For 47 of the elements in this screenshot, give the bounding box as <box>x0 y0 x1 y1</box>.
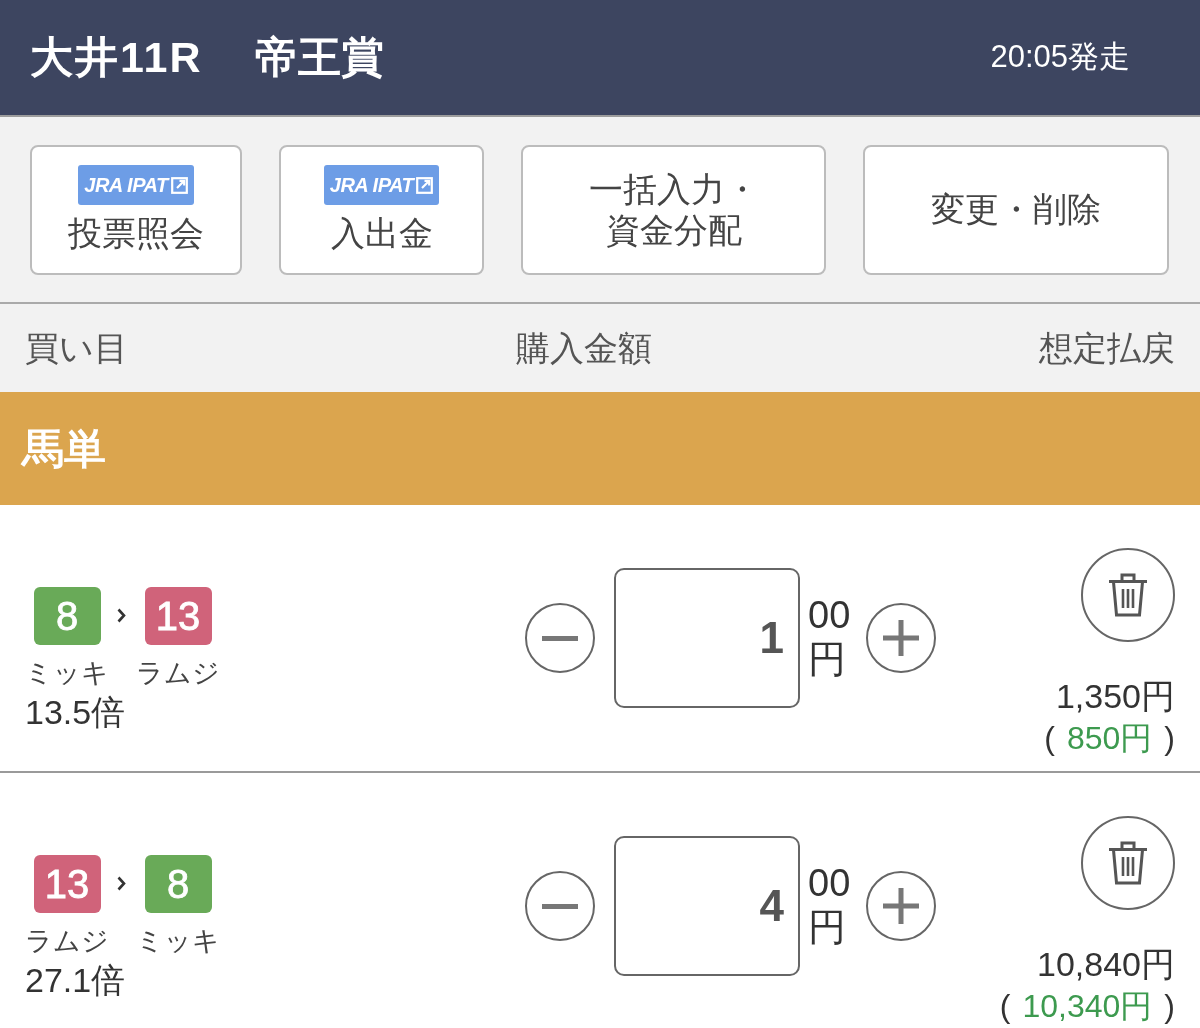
plus-icon <box>883 620 920 656</box>
horse-name: ミッキ <box>25 657 109 690</box>
trash-icon <box>1108 841 1148 885</box>
action-button[interactable]: 一括入力・資金分配 <box>521 145 826 275</box>
payout-amount: 10,840円 <box>1037 944 1175 985</box>
unit-hundreds: 00 <box>808 594 851 638</box>
race-title: 大井11R <box>30 33 203 82</box>
action-button[interactable]: 変更・削除 <box>863 145 1169 275</box>
horse-number: 8 <box>33 587 101 645</box>
service-name: JRA IPAT <box>329 173 414 198</box>
unit-yen: 円 <box>808 906 847 950</box>
column-header: 想定払戻 <box>1039 327 1175 369</box>
unit-yen: 円 <box>808 638 847 682</box>
service-name: JRA IPAT <box>84 173 168 198</box>
unit-hundreds: 00 <box>808 862 851 906</box>
amount-field[interactable]: 4 <box>614 836 800 976</box>
bet-type-label: 馬単 <box>22 424 106 474</box>
profit-amount: 10,340円 <box>1022 987 1153 1027</box>
trash-icon <box>1108 573 1148 617</box>
horse-name: ラムジ <box>25 925 109 958</box>
horse-number: 13 <box>144 587 212 645</box>
odds-text: 27.1倍 <box>25 960 126 1002</box>
column-header: 買い目 <box>25 327 128 369</box>
column-header: 購入金額 <box>515 327 652 369</box>
race-name: 帝王賞 <box>254 33 384 82</box>
external-service-button[interactable]: JRA IPAT 入出金 <box>279 145 484 275</box>
minus-icon <box>542 903 578 909</box>
profit-amount: 850円 <box>1066 719 1153 759</box>
payout-amount: 1,350円 <box>1055 676 1175 717</box>
profit-paren: ( <box>999 987 1011 1027</box>
chevron-right-icon <box>117 608 126 623</box>
external-link-icon <box>416 176 434 194</box>
external-link-icon <box>170 176 188 194</box>
horse-name: ラムジ <box>136 657 220 690</box>
horse-number: 13 <box>33 855 101 913</box>
profit-paren: ( <box>1044 719 1055 759</box>
horse-number: 8 <box>144 855 212 913</box>
external-service-button[interactable]: JRA IPAT 投票照会 <box>30 145 242 275</box>
horse-name: ミッキ <box>136 925 220 958</box>
post-time: 20:05発走 <box>990 38 1130 77</box>
amount-field[interactable]: 1 <box>614 568 800 708</box>
chevron-right-icon <box>117 876 126 891</box>
profit-paren: ) <box>1164 719 1175 759</box>
odds-text: 13.5倍 <box>25 692 126 734</box>
plus-icon <box>883 888 920 924</box>
minus-icon <box>542 635 578 641</box>
profit-paren: ) <box>1164 987 1175 1027</box>
